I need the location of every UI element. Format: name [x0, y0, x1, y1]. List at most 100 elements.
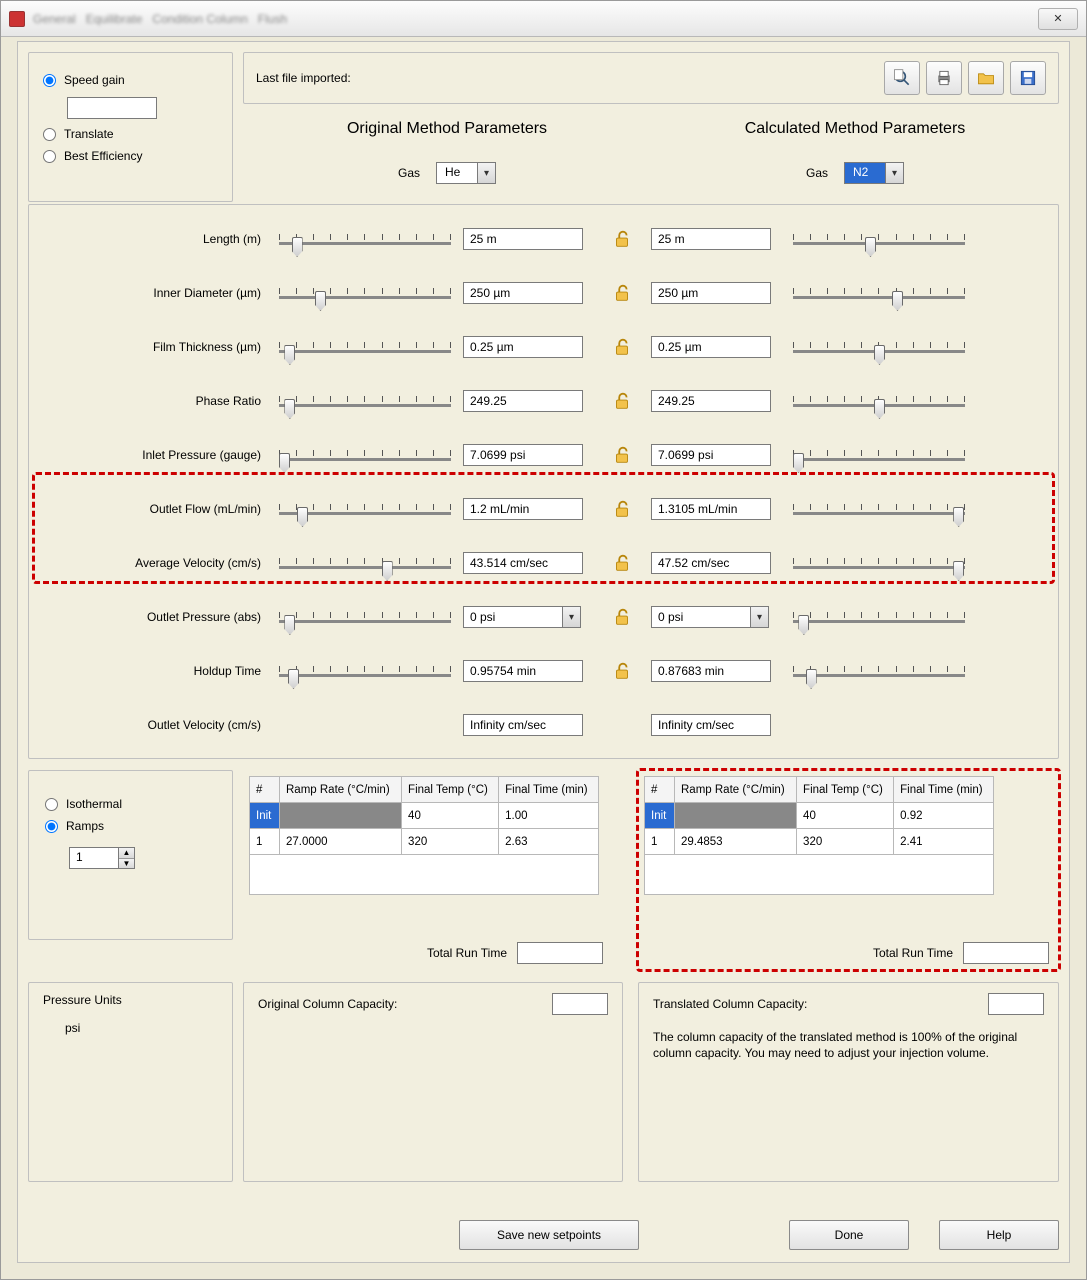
lock-toggle[interactable]	[601, 444, 643, 466]
speed-gain-input[interactable]	[67, 97, 157, 119]
capacity-note: The column capacity of the translated me…	[653, 1029, 1044, 1061]
param-orig-value[interactable]	[463, 714, 583, 736]
save-setpoints-button[interactable]: Save new setpoints	[459, 1220, 639, 1250]
slider[interactable]	[789, 222, 969, 256]
close-button[interactable]: ✕	[1038, 8, 1078, 30]
save-button[interactable]	[1010, 61, 1046, 95]
param-label: Outlet Velocity (cm/s)	[37, 718, 267, 732]
gas-label-calc: Gas	[806, 166, 828, 180]
table-row[interactable]: Init401.00	[250, 803, 599, 829]
radio-isothermal-label: Isothermal	[66, 797, 122, 811]
lock-toggle[interactable]	[601, 552, 643, 574]
help-button[interactable]: Help	[939, 1220, 1059, 1250]
radio-ramps-label: Ramps	[66, 819, 104, 833]
slider[interactable]	[789, 384, 969, 418]
slider[interactable]	[275, 654, 455, 688]
param-orig-value[interactable]	[463, 660, 583, 682]
radio-isothermal[interactable]	[45, 798, 58, 811]
lock-open-icon	[611, 228, 633, 250]
slider[interactable]	[789, 600, 969, 634]
param-calc-value[interactable]	[651, 660, 771, 682]
gas-orig-select[interactable]: He	[436, 162, 496, 184]
slider[interactable]	[275, 222, 455, 256]
lock-toggle[interactable]	[601, 606, 643, 628]
spin-down-icon[interactable]: ▼	[119, 859, 134, 869]
lock-toggle[interactable]	[601, 336, 643, 358]
radio-translate[interactable]	[43, 128, 56, 141]
spin-up-icon[interactable]: ▲	[119, 848, 134, 859]
ramp-count-stepper[interactable]: 1 ▲▼	[69, 847, 135, 869]
param-calc-value[interactable]	[651, 228, 771, 250]
slider[interactable]	[789, 546, 969, 580]
slider[interactable]	[789, 492, 969, 526]
param-row: Phase Ratio	[29, 375, 1058, 427]
param-label: Phase Ratio	[37, 394, 267, 408]
print-button[interactable]	[926, 61, 962, 95]
chevron-down-icon	[477, 163, 495, 183]
temp-mode-group: Isothermal Ramps 1 ▲▼	[28, 770, 233, 940]
lock-toggle[interactable]	[601, 390, 643, 412]
calc-ramp-table[interactable]: #Ramp Rate (°C/min)Final Temp (°C)Final …	[644, 776, 994, 895]
param-orig-value[interactable]	[463, 444, 583, 466]
lock-toggle[interactable]	[601, 660, 643, 682]
param-orig-value[interactable]	[463, 228, 583, 250]
table-row[interactable]: 129.48533202.41	[645, 829, 994, 855]
slider[interactable]	[275, 276, 455, 310]
param-orig-value[interactable]	[463, 606, 563, 628]
table-row[interactable]: Init400.92	[645, 803, 994, 829]
slider[interactable]	[275, 438, 455, 472]
lock-toggle[interactable]	[601, 282, 643, 304]
lock-open-icon	[611, 660, 633, 682]
chevron-down-icon[interactable]	[563, 606, 581, 628]
open-folder-icon	[976, 68, 996, 88]
orig-capacity-group: Original Column Capacity:	[243, 982, 623, 1182]
param-calc-value[interactable]	[651, 444, 771, 466]
slider[interactable]	[275, 600, 455, 634]
param-calc-value[interactable]	[651, 282, 771, 304]
parameters-group: Length (m)Inner Diameter (µm)Film Thickn…	[28, 204, 1059, 759]
param-row: Inlet Pressure (gauge)	[29, 429, 1058, 481]
mode-group: Speed gain Translate Best Efficiency	[28, 52, 233, 202]
open-button[interactable]	[968, 61, 1004, 95]
table-row[interactable]: 127.00003202.63	[250, 829, 599, 855]
radio-ramps[interactable]	[45, 820, 58, 833]
done-button[interactable]: Done	[789, 1220, 909, 1250]
param-calc-value[interactable]	[651, 552, 771, 574]
orig-total-runtime-label: Total Run Time	[427, 946, 507, 960]
param-calc-value[interactable]	[651, 336, 771, 358]
radio-speed-gain[interactable]	[43, 74, 56, 87]
chevron-down-icon[interactable]	[751, 606, 769, 628]
slider[interactable]	[789, 654, 969, 688]
slider[interactable]	[275, 384, 455, 418]
slider[interactable]	[275, 546, 455, 580]
pressure-units-group: Pressure Units psi	[28, 982, 233, 1182]
lock-toggle[interactable]	[601, 228, 643, 250]
gas-calc-select[interactable]: N2	[844, 162, 904, 184]
param-label: Inner Diameter (µm)	[37, 286, 267, 300]
slider[interactable]	[789, 330, 969, 364]
param-orig-value[interactable]	[463, 390, 583, 412]
param-orig-value[interactable]	[463, 552, 583, 574]
app-icon	[9, 11, 25, 27]
param-calc-value[interactable]	[651, 606, 751, 628]
param-orig-value[interactable]	[463, 336, 583, 358]
slider[interactable]	[275, 330, 455, 364]
param-label: Holdup Time	[37, 664, 267, 678]
column-headings: Original Method Parameters Calculated Me…	[243, 112, 1059, 152]
radio-best-efficiency[interactable]	[43, 150, 56, 163]
print-preview-button[interactable]	[884, 61, 920, 95]
orig-ramp-table[interactable]: #Ramp Rate (°C/min)Final Temp (°C)Final …	[249, 776, 599, 895]
slider[interactable]	[275, 492, 455, 526]
param-calc-value[interactable]	[651, 498, 771, 520]
param-label: Outlet Pressure (abs)	[37, 610, 267, 624]
slider[interactable]	[789, 438, 969, 472]
slider[interactable]	[789, 276, 969, 310]
param-orig-value[interactable]	[463, 498, 583, 520]
lock-open-icon	[611, 498, 633, 520]
param-orig-value[interactable]	[463, 282, 583, 304]
lock-toggle[interactable]	[601, 498, 643, 520]
radio-best-efficiency-label: Best Efficiency	[64, 149, 142, 163]
calc-capacity-label: Translated Column Capacity:	[653, 997, 807, 1011]
param-calc-value[interactable]	[651, 390, 771, 412]
param-calc-value[interactable]	[651, 714, 771, 736]
